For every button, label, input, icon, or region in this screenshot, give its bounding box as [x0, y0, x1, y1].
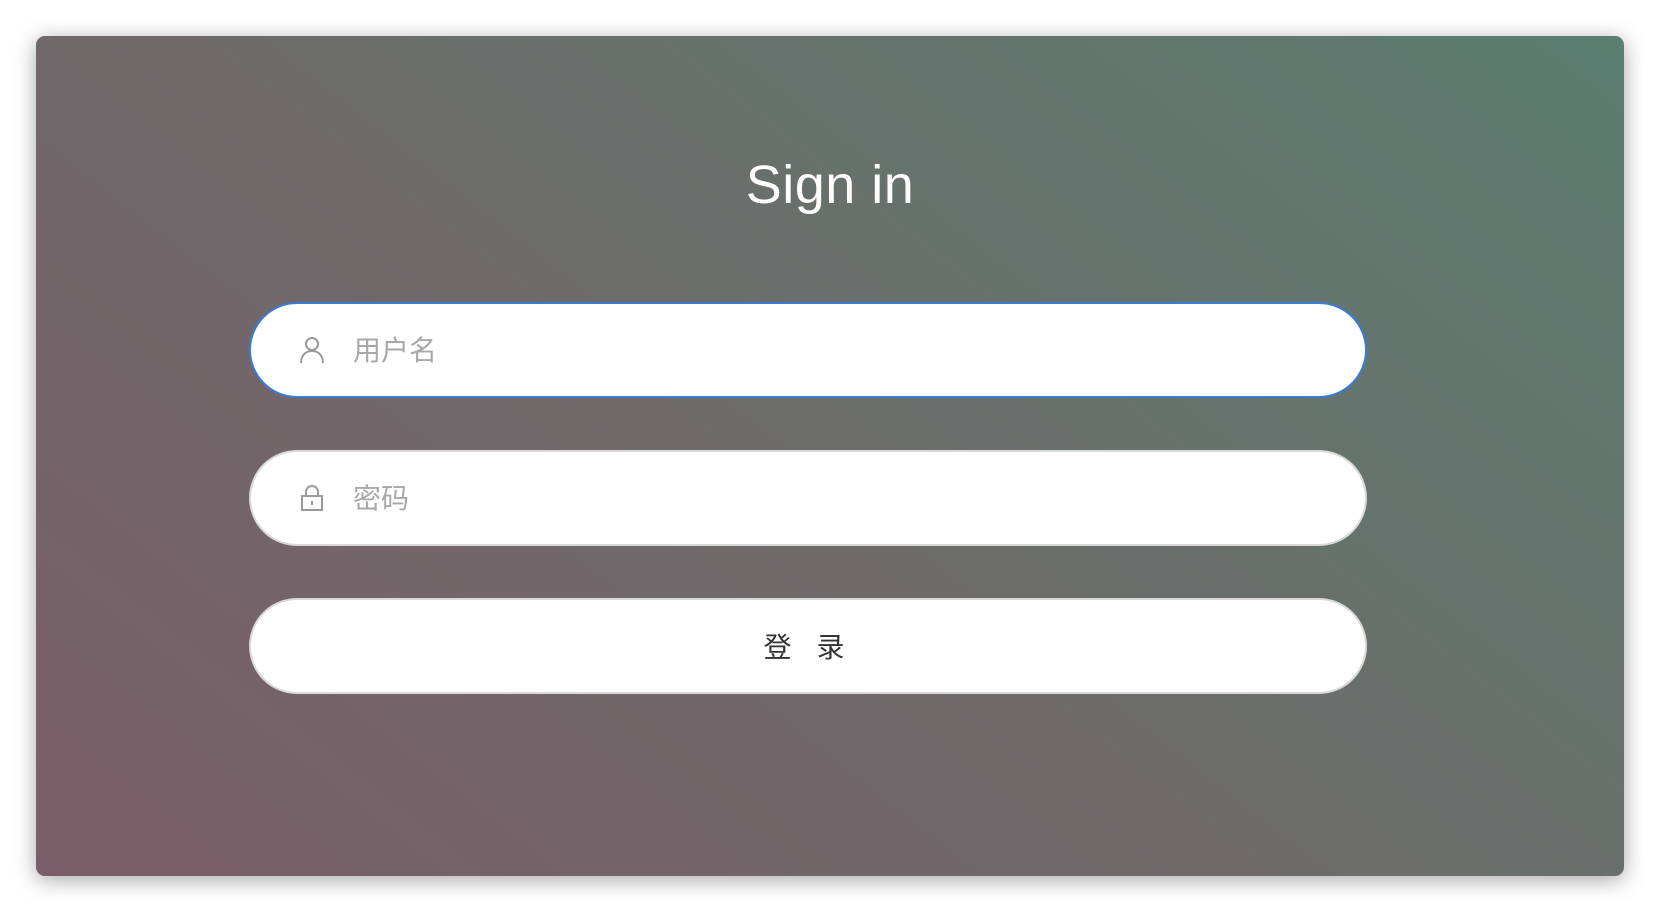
- username-input[interactable]: [351, 319, 1315, 381]
- login-card: Sign in 登 录: [36, 36, 1624, 876]
- username-field[interactable]: [249, 302, 1367, 398]
- user-icon: [297, 335, 327, 365]
- login-button-label: 登 录: [763, 631, 853, 664]
- password-input[interactable]: [351, 467, 1315, 529]
- password-field[interactable]: [249, 450, 1367, 546]
- lock-icon: [297, 483, 327, 513]
- page-title: Sign in: [745, 155, 915, 215]
- login-button[interactable]: 登 录: [249, 598, 1367, 694]
